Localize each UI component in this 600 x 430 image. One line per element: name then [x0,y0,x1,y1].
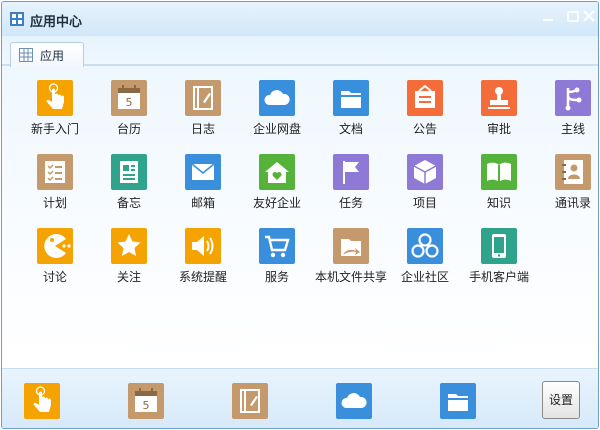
app-item[interactable]: 文档 [314,80,388,146]
app-tile[interactable] [407,228,443,264]
app-item[interactable]: 友好企业 [240,154,314,220]
flag-icon [343,161,359,184]
app-item[interactable]: 本机文件共享 [314,228,388,294]
dock-shortcut[interactable] [24,383,60,419]
hand-pointer-icon [46,83,64,109]
app-item[interactable]: 新手入门 [18,80,92,146]
app-tile[interactable] [185,80,221,116]
app-item[interactable]: 主线 [536,80,598,146]
app-tile[interactable] [407,80,443,116]
tab-strip-divider [2,64,598,66]
app-item[interactable]: 通讯录 [536,154,598,220]
dock-shortcut[interactable] [440,383,476,419]
star-icon [117,234,141,256]
app-label: 手机客户端 [468,270,529,284]
tab-apps[interactable]: 应用 [10,42,84,67]
dock-shortcut[interactable]: 5 [128,383,164,419]
app-item[interactable]: 任务 [314,154,388,220]
app-tile[interactable] [333,154,369,190]
app-tile[interactable] [555,154,591,190]
app-center-icon [10,12,24,26]
app-tile[interactable] [407,154,443,190]
app-item[interactable]: 公告 [388,80,462,146]
app-item[interactable]: 5 台历 [92,80,166,146]
notice-board-icon [415,84,435,108]
grid-icon [19,48,33,62]
notebook-icon [193,86,213,110]
open-book-icon [487,162,511,182]
dock-shortcut[interactable] [336,383,372,419]
settings-button[interactable]: 设置 [542,381,580,419]
app-item[interactable]: 项目 [388,154,462,220]
cloud-icon [264,90,290,105]
app-item[interactable]: 关注 [92,228,166,294]
app-item[interactable]: 手机客户端 [462,228,536,294]
app-item[interactable]: 企业社区 [388,228,462,294]
app-tile[interactable] [37,228,73,264]
app-tile[interactable] [259,228,295,264]
mobile-phone-icon [492,234,506,258]
house-heart-icon [265,162,289,183]
app-tile[interactable] [481,80,517,116]
stamp-icon [488,87,510,109]
app-tile[interactable] [333,80,369,116]
app-tile[interactable] [259,154,295,190]
app-center-window: 应用中心 应用 新手入门 5 台历 日志 企业网盘 文档 公告 审批 主线 计划… [1,1,599,429]
folder-icon [448,394,468,411]
quick-launch-bar: 5 设置 [2,368,598,428]
app-tile[interactable] [37,154,73,190]
notebook-icon [240,389,260,413]
pacman-chat-icon [44,234,71,258]
app-item[interactable]: 备忘 [92,154,166,220]
svg-text:5: 5 [126,96,133,109]
cube-icon [413,160,437,184]
cloud-icon [341,393,367,408]
app-label: 通讯录 [554,196,591,210]
app-tile[interactable] [37,80,73,116]
app-tile[interactable] [555,80,591,116]
app-item[interactable]: 企业网盘 [240,80,314,146]
app-item[interactable]: 计划 [18,154,92,220]
app-item[interactable]: 邮箱 [166,154,240,220]
app-item[interactable]: 日志 [166,80,240,146]
app-item[interactable]: 讨论 [18,228,92,294]
calendar-icon: 5 [118,85,140,109]
contact-book-icon [562,160,583,184]
app-tile[interactable] [333,228,369,264]
minimize-icon [543,19,553,21]
calendar-icon: 5 [135,388,157,412]
app-tile[interactable] [185,154,221,190]
title-bar: 应用中心 [2,2,598,36]
shopping-cart-icon [265,235,290,258]
tab-apps-label: 应用 [40,49,65,63]
dock-shortcut[interactable] [232,383,268,419]
app-tile[interactable] [111,154,147,190]
svg-text:5: 5 [143,399,150,412]
checklist-icon [45,161,65,183]
app-tile[interactable] [481,228,517,264]
envelope-icon [191,163,215,180]
file-share-icon [341,239,361,256]
community-icon [411,233,439,258]
app-tile[interactable]: 5 [111,80,147,116]
app-tile[interactable] [481,154,517,190]
app-item[interactable]: 知识 [462,154,536,220]
minimize-button[interactable] [537,6,559,26]
app-item[interactable]: 系统提醒 [166,228,240,294]
speaker-icon [192,236,214,256]
hand-pointer-icon [33,386,51,412]
folder-icon [341,91,361,108]
app-tile[interactable] [185,228,221,264]
app-item[interactable]: 审批 [462,80,536,146]
app-item[interactable]: 服务 [240,228,314,294]
window-title: 应用中心 [30,15,83,30]
close-button[interactable] [578,6,598,26]
memo-icon [120,161,138,183]
app-tile[interactable] [111,228,147,264]
mainline-icon [565,87,582,111]
app-tile[interactable] [259,80,295,116]
close-icon [583,10,595,22]
app-label: 主线 [560,122,585,136]
